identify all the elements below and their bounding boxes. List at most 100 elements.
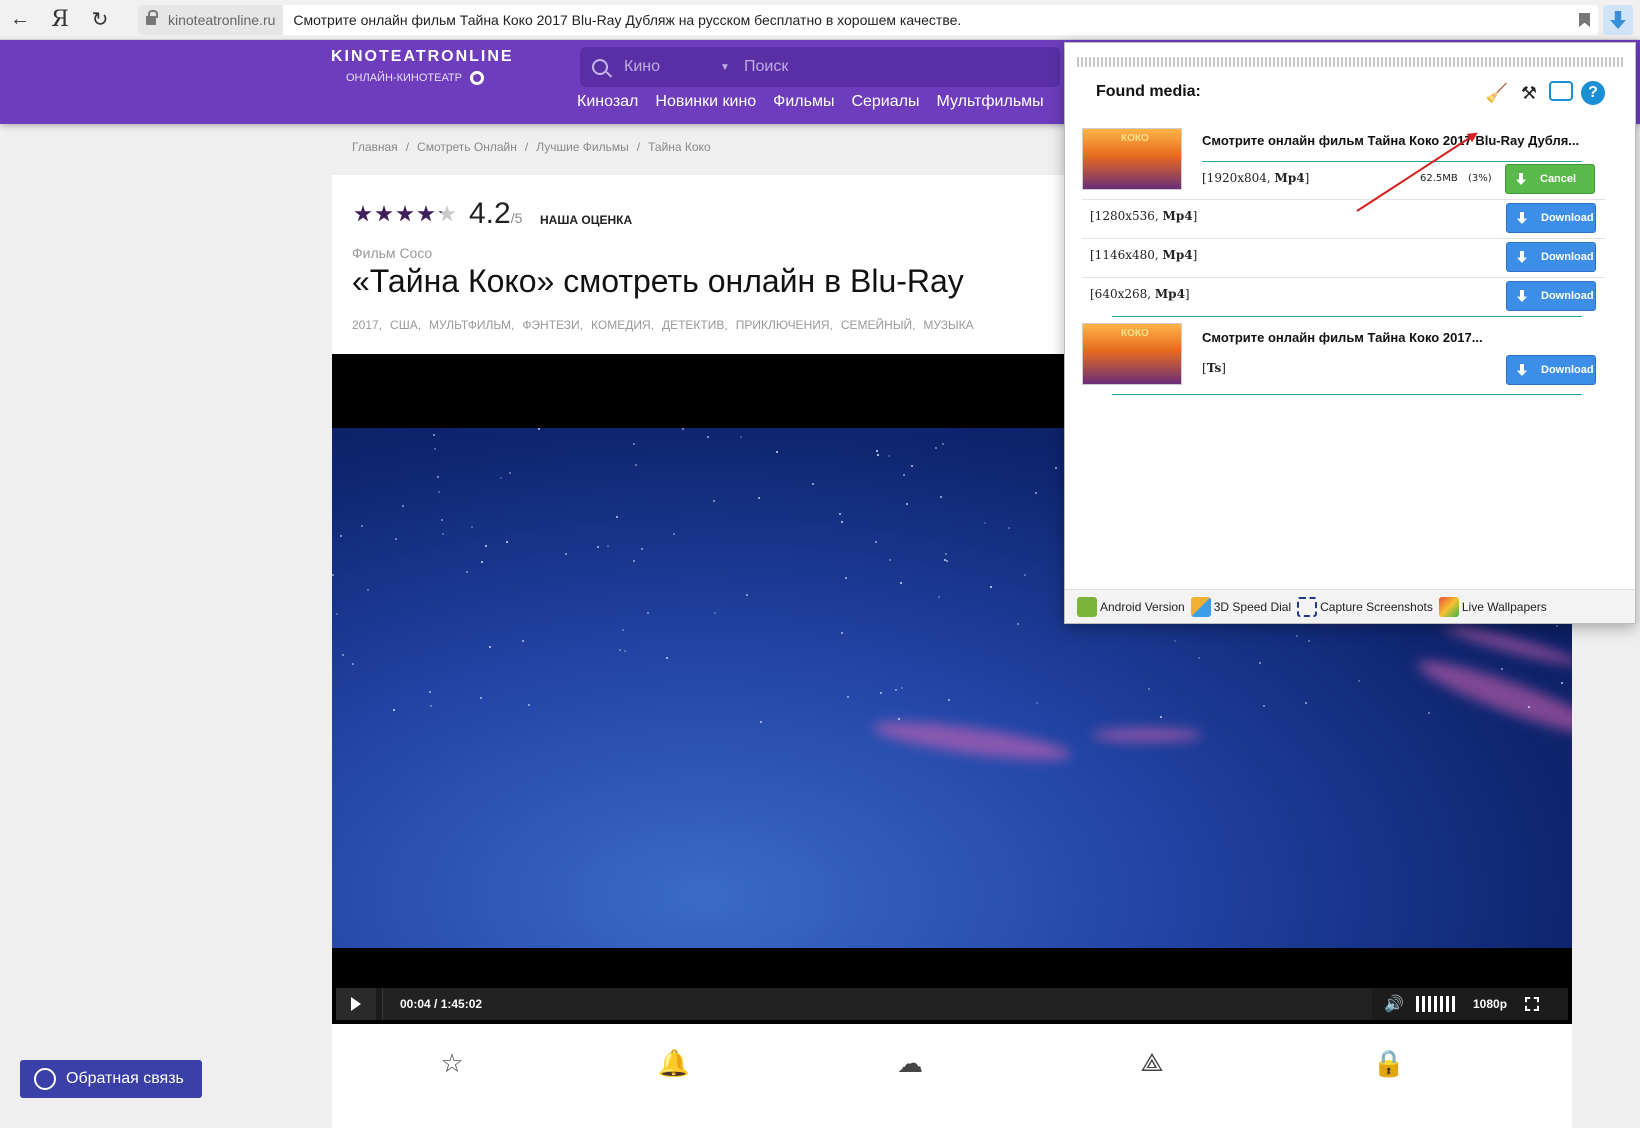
movie-tag[interactable]: КОМЕДИЯ, (591, 318, 654, 332)
popup-heading: Found media: (1096, 83, 1201, 100)
sky-star (1160, 716, 1162, 718)
download-button[interactable]: Download (1506, 242, 1596, 272)
movie-tag[interactable]: США, (390, 318, 421, 332)
chat-icon[interactable] (1549, 81, 1573, 101)
caret-down-icon[interactable]: ▼ (720, 62, 740, 73)
media-variant-resolution: [640x268, Mp4] (1090, 287, 1190, 301)
sky-star (471, 526, 473, 528)
yandex-icon: Я (51, 7, 69, 32)
movie-tags: 2017, США, МУЛЬТФИЛЬМ, ФЭНТЕЗИ, КОМЕДИЯ, ДЕТЕ… (352, 318, 974, 332)
play-button[interactable] (336, 988, 376, 1020)
favorite-star-icon[interactable]: ☆ (437, 1048, 467, 1078)
movie-tag: 2017, (352, 318, 383, 332)
seek-bar[interactable]: 00:04 / 1:45:02 (382, 988, 1372, 1020)
bookmark-icon[interactable] (1579, 13, 1590, 27)
site-logo[interactable]: KINOTEATRONLINE (331, 48, 514, 66)
popup-drag-strip (1077, 57, 1623, 67)
sky-star (624, 650, 626, 652)
search-icon (592, 59, 608, 75)
breadcrumb-best-films[interactable]: Лучшие Фильмы (536, 140, 629, 154)
breadcrumb-home[interactable]: Главная (352, 140, 398, 154)
sky-star (901, 687, 903, 689)
bell-icon[interactable]: 🔔 (658, 1048, 690, 1078)
sky-star (889, 559, 891, 561)
address-bar[interactable]: kinoteatronline.ru Смотрите онлайн фильм… (138, 5, 1598, 35)
sky-star (1296, 635, 1298, 637)
sky-star (633, 560, 635, 562)
quality-selector[interactable]: 1080p (1473, 997, 1507, 1011)
flower-icon (469, 71, 484, 85)
sky-star (336, 613, 338, 615)
movie-tag[interactable]: МУЗЫКА (923, 318, 973, 332)
sky-star (841, 521, 843, 523)
cancel-button[interactable]: Cancel (1505, 164, 1595, 194)
nav-item-kinozal[interactable]: Кинозал (577, 93, 638, 111)
movie-tag[interactable]: СЕМЕЙНЫЙ, (841, 318, 916, 332)
time-display: 00:04 / 1:45:02 (400, 997, 483, 1011)
download-button[interactable]: Download (1506, 203, 1596, 233)
lock-icon[interactable]: 🔒 (1373, 1048, 1405, 1078)
movie-tag[interactable]: ПРИКЛЮЧЕНИЯ, (736, 318, 833, 332)
download-button[interactable]: Download (1506, 281, 1596, 311)
search-input[interactable]: Поиск (744, 58, 788, 76)
lock-icon (138, 5, 164, 35)
sky-star (707, 436, 709, 438)
sky-star (489, 646, 491, 648)
share-icon[interactable]: ⟁ (1137, 1047, 1167, 1078)
sky-star (1055, 467, 1057, 469)
footer-capture[interactable]: Capture Screenshots (1297, 596, 1433, 617)
volume-slider[interactable] (1416, 996, 1455, 1012)
breadcrumb-watch-online[interactable]: Смотреть Онлайн (417, 140, 517, 154)
nav-item-multfilmy[interactable]: Мультфильмы (936, 93, 1043, 111)
seek-bar-fill (382, 988, 383, 1020)
rating-stars[interactable] (354, 205, 456, 223)
sky-star (485, 545, 487, 547)
nav-item-filmy[interactable]: Фильмы (773, 93, 834, 111)
sky-star (1308, 640, 1310, 642)
movie-tag[interactable]: ДЕТЕКТИВ, (662, 318, 728, 332)
sky-star (673, 533, 675, 535)
yandex-button[interactable]: Я (40, 0, 80, 40)
reload-button[interactable]: ↻ (80, 0, 120, 40)
movie-actions: ☆ 🔔 ☁ ⟁ 🔒 (332, 1030, 1572, 1100)
sky-star (481, 561, 483, 563)
cloud-download-icon[interactable]: ☁ (895, 1048, 925, 1078)
sky-star (877, 454, 879, 456)
help-icon[interactable]: ? (1581, 81, 1605, 105)
broom-icon[interactable]: 🧹 (1485, 81, 1509, 105)
fullscreen-icon[interactable] (1525, 997, 1540, 1011)
sky-star (1428, 712, 1430, 714)
media-variant-resolution: [1280x536, Mp4] (1090, 209, 1197, 223)
sky-star (1556, 625, 1558, 627)
tools-icon[interactable]: ⚒ (1517, 81, 1541, 105)
movie-tag[interactable]: МУЛЬТФИЛЬМ, (429, 318, 514, 332)
sky-star (758, 497, 760, 499)
download-button[interactable]: Download (1506, 355, 1596, 385)
volume-icon[interactable]: 🔊 (1384, 994, 1408, 1014)
sky-star (641, 548, 643, 550)
media-title: Смотрите онлайн фильм Тайна Коко 2017 Bl… (1202, 133, 1580, 148)
media-variant-resolution: [1920x804, Mp4] (1202, 171, 1309, 185)
nav-item-serialy[interactable]: Сериалы (851, 93, 919, 111)
site-search[interactable]: Кино ▼ Поиск (580, 47, 1060, 87)
search-category-select[interactable]: Кино (624, 58, 720, 76)
movie-tag[interactable]: ФЭНТЕЗИ, (522, 318, 583, 332)
format-text: Ts (1206, 361, 1222, 375)
back-button[interactable]: ← (0, 0, 40, 40)
sky-star (340, 535, 342, 537)
back-arrow-icon: ← (10, 8, 30, 30)
sky-star (1198, 657, 1200, 659)
footer-wallpapers[interactable]: Live Wallpapers (1438, 596, 1547, 617)
footer-android[interactable]: Android Version (1077, 596, 1185, 617)
video-downloader-extension-button[interactable] (1603, 5, 1633, 35)
nav-item-novinki[interactable]: Новинки кино (655, 93, 756, 111)
sky-star (713, 500, 715, 502)
sky-star (538, 428, 540, 430)
sky-star (911, 465, 913, 467)
rating-value: 4.2/5 (469, 197, 522, 231)
feedback-label: Обратная связь (66, 1070, 184, 1087)
sky-star (506, 541, 508, 543)
feedback-button[interactable]: Обратная связь (20, 1060, 202, 1098)
footer-speed-dial[interactable]: 3D Speed Dial (1190, 596, 1291, 617)
sky-star (1024, 574, 1026, 576)
